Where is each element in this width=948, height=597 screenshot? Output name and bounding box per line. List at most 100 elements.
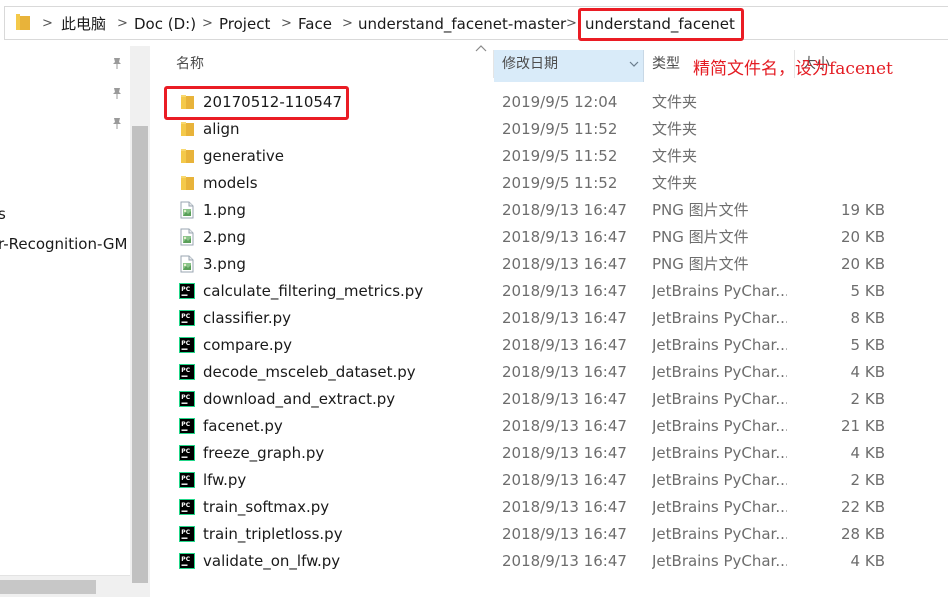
- file-date: 2019/9/5 11:52: [502, 120, 618, 138]
- pin-icon[interactable]: [110, 56, 124, 70]
- folder-row[interactable]: generative 2019/9/5 11:52 文件夹: [150, 143, 948, 170]
- file-name[interactable]: decode_msceleb_dataset.py: [203, 362, 416, 382]
- file-row[interactable]: 1.png 2018/9/13 16:47 PNG 图片文件 19 KB: [150, 197, 948, 224]
- column-header-name[interactable]: 名称: [168, 50, 488, 82]
- file-name[interactable]: compare.py: [203, 335, 292, 355]
- file-type: 文件夹: [652, 120, 698, 138]
- nav-horizontal-scrollbar-thumb[interactable]: [0, 580, 96, 594]
- file-size: 2 KB: [850, 471, 885, 489]
- nav-vertical-scrollbar[interactable]: [130, 46, 150, 597]
- breadcrumb-face[interactable]: Face: [298, 14, 332, 34]
- column-header-type-label: 类型: [652, 56, 680, 72]
- file-name[interactable]: calculate_filtering_metrics.py: [203, 281, 423, 301]
- chevron-down-icon[interactable]: [629, 60, 639, 68]
- file-name[interactable]: generative: [203, 146, 284, 166]
- file-date: 2018/9/13 16:47: [502, 552, 627, 570]
- file-size: 21 KB: [841, 417, 885, 435]
- svg-text:PC: PC: [181, 529, 190, 536]
- file-row[interactable]: PC freeze_graph.py 2018/9/13 16:47 JetBrain…: [150, 440, 948, 467]
- file-type: 文件夹: [652, 147, 698, 165]
- nav-item[interactable]: s: [0, 204, 6, 224]
- column-header-name-label: 名称: [176, 56, 204, 72]
- file-name[interactable]: download_and_extract.py: [203, 389, 395, 409]
- folder-row[interactable]: models 2019/9/5 11:52 文件夹: [150, 170, 948, 197]
- file-date: 2018/9/13 16:47: [502, 498, 627, 516]
- pycharm-file-icon: PC: [178, 471, 196, 489]
- file-type: JetBrains PyChar...: [652, 552, 787, 570]
- nav-horizontal-scrollbar[interactable]: [0, 575, 130, 597]
- file-row[interactable]: PC lfw.py 2018/9/13 16:47 JetBrains PyChar.…: [150, 467, 948, 494]
- file-type: PNG 图片文件: [652, 201, 749, 219]
- file-row[interactable]: 3.png 2018/9/13 16:47 PNG 图片文件 20 KB: [150, 251, 948, 278]
- file-list: 20170512-110547 2019/9/5 12:04 文件夹 align 201…: [150, 89, 948, 575]
- chevron-right-icon[interactable]: >: [117, 14, 128, 34]
- svg-text:PC: PC: [181, 556, 190, 563]
- file-name[interactable]: 2.png: [203, 227, 246, 247]
- nav-vertical-scrollbar-thumb[interactable]: [132, 126, 148, 583]
- file-name[interactable]: models: [203, 173, 258, 193]
- file-date: 2018/9/13 16:47: [502, 390, 627, 408]
- svg-text:PC: PC: [181, 340, 190, 347]
- chevron-right-icon[interactable]: >: [342, 14, 353, 34]
- file-row[interactable]: PC compare.py 2018/9/13 16:47 JetBrains PyC…: [150, 332, 948, 359]
- file-size: 28 KB: [841, 525, 885, 543]
- breadcrumb-this-pc[interactable]: 此电脑: [61, 14, 106, 34]
- chevron-right-icon[interactable]: >: [566, 14, 577, 34]
- file-row[interactable]: 2.png 2018/9/13 16:47 PNG 图片文件 20 KB: [150, 224, 948, 251]
- file-date: 2018/9/13 16:47: [502, 255, 627, 273]
- file-type: JetBrains PyChar...: [652, 336, 787, 354]
- chevron-right-icon[interactable]: >: [202, 14, 213, 34]
- file-name[interactable]: 3.png: [203, 254, 246, 274]
- folder-icon: [178, 147, 196, 165]
- address-bar: > 此电脑 > Doc (D:) > Project > Face > unde…: [0, 0, 948, 46]
- png-file-icon: [178, 228, 196, 246]
- chevron-right-icon[interactable]: >: [281, 14, 292, 34]
- file-name[interactable]: lfw.py: [203, 470, 246, 490]
- file-row[interactable]: PC decode_msceleb_dataset.py 2018/9/13 16:…: [150, 359, 948, 386]
- folder-icon: [178, 174, 196, 192]
- svg-text:PC: PC: [181, 475, 190, 482]
- column-header-date[interactable]: 修改日期: [494, 50, 644, 82]
- breadcrumb-drive-d[interactable]: Doc (D:): [134, 14, 196, 34]
- file-date: 2018/9/13 16:47: [502, 282, 627, 300]
- nav-item[interactable]: r-Recognition-GM: [0, 234, 127, 254]
- file-name[interactable]: align: [203, 119, 240, 139]
- file-date: 2018/9/13 16:47: [502, 336, 627, 354]
- file-date: 2018/9/13 16:47: [502, 201, 627, 219]
- folder-row[interactable]: align 2019/9/5 11:52 文件夹: [150, 116, 948, 143]
- file-name[interactable]: train_softmax.py: [203, 497, 329, 517]
- file-row[interactable]: PC train_softmax.py 2018/9/13 16:47 JetBrai…: [150, 494, 948, 521]
- file-date: 2019/9/5 12:04: [502, 93, 618, 111]
- file-type: PNG 图片文件: [652, 228, 749, 246]
- svg-text:PC: PC: [181, 367, 190, 374]
- file-row[interactable]: PC train_tripletloss.py 2018/9/13 16:47 Jet…: [150, 521, 948, 548]
- breadcrumb-understand-facenet-master[interactable]: understand_facenet-master: [358, 14, 566, 34]
- file-type: 文件夹: [652, 93, 698, 111]
- pycharm-file-icon: PC: [178, 525, 196, 543]
- file-name[interactable]: classifier.py: [203, 308, 291, 328]
- breadcrumb-project[interactable]: Project: [219, 14, 270, 34]
- pin-icon[interactable]: [110, 86, 124, 100]
- pycharm-file-icon: PC: [178, 417, 196, 435]
- file-name[interactable]: facenet.py: [203, 416, 283, 436]
- pin-icon[interactable]: [110, 116, 124, 130]
- file-name[interactable]: train_tripletloss.py: [203, 524, 343, 544]
- file-type: JetBrains PyChar...: [652, 417, 787, 435]
- chevron-right-icon[interactable]: >: [42, 14, 53, 34]
- file-row[interactable]: PC download_and_extract.py 2018/9/13 16:47…: [150, 386, 948, 413]
- file-row[interactable]: PC classifier.py 2018/9/13 16:47 JetBrains …: [150, 305, 948, 332]
- file-row[interactable]: PC validate_on_lfw.py 2018/9/13 16:47 JetBr…: [150, 548, 948, 575]
- file-row[interactable]: PC facenet.py 2018/9/13 16:47 JetBrains PyC…: [150, 413, 948, 440]
- file-date: 2018/9/13 16:47: [502, 525, 627, 543]
- file-type: JetBrains PyChar...: [652, 444, 787, 462]
- file-type: JetBrains PyChar...: [652, 282, 787, 300]
- file-row[interactable]: PC calculate_filtering_metrics.py 2018/9/1…: [150, 278, 948, 305]
- file-name[interactable]: freeze_graph.py: [203, 443, 324, 463]
- file-date: 2018/9/13 16:47: [502, 444, 627, 462]
- file-date: 2018/9/13 16:47: [502, 309, 627, 327]
- file-name[interactable]: validate_on_lfw.py: [203, 551, 340, 571]
- file-name[interactable]: 1.png: [203, 200, 246, 220]
- file-size: 2 KB: [850, 390, 885, 408]
- file-size: 22 KB: [841, 498, 885, 516]
- file-size: 5 KB: [850, 282, 885, 300]
